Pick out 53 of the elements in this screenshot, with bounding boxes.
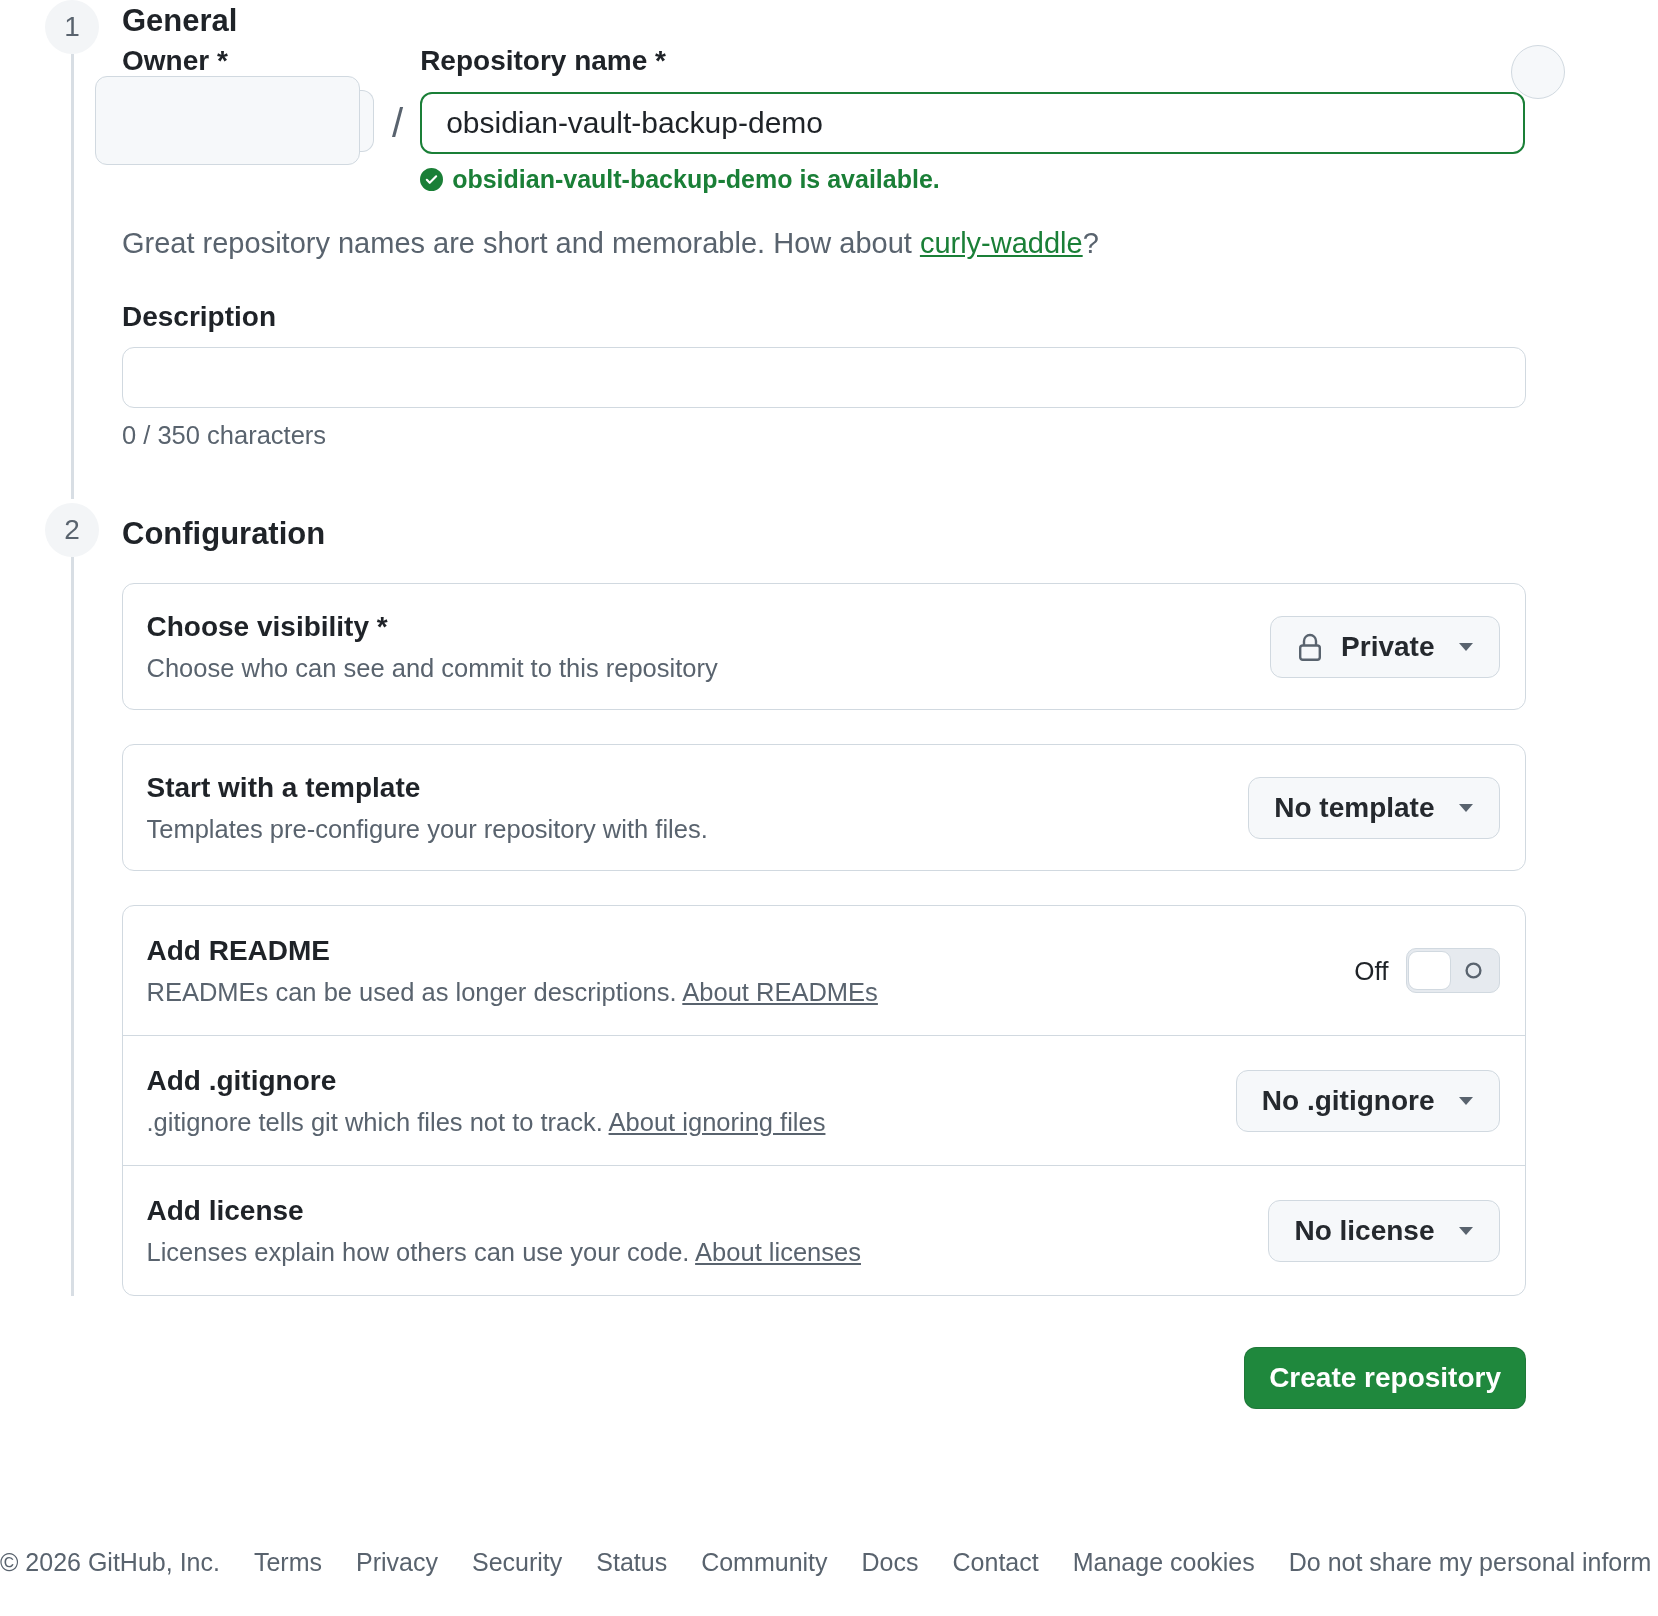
- path-separator: /: [392, 100, 404, 147]
- availability-message: obsidian-vault-backup-demo is available.: [452, 165, 940, 193]
- footer-link[interactable]: Security: [471, 1547, 563, 1577]
- footer-link[interactable]: Privacy: [356, 1547, 438, 1577]
- caret-icon: [1458, 1226, 1473, 1235]
- repository-name-input[interactable]: obsidian-vault-backup-demo: [420, 92, 1526, 154]
- help-link[interactable]: About ignoring files: [608, 1108, 826, 1136]
- field-label: Owner *: [122, 45, 228, 77]
- dropdown-button[interactable]: No template: [1248, 776, 1500, 839]
- caret-icon: [1458, 1096, 1473, 1105]
- setting-title: Add license: [146, 1194, 304, 1228]
- help-link[interactable]: About licenses: [695, 1238, 861, 1266]
- setting-title: Choose visibility *: [146, 610, 388, 644]
- name-suggestion: Great repository names are short and memorable. How about curly-waddle?: [122, 226, 1099, 260]
- circle-icon: [1464, 962, 1482, 979]
- footer-link[interactable]: Community: [701, 1547, 828, 1577]
- owner-dropdown-edge: [360, 89, 374, 152]
- setting-description: READMEs can be used as longer descriptions. About READMEs: [146, 977, 878, 1007]
- field-label: Repository name *: [420, 45, 666, 77]
- dropdown-button[interactable]: No license: [1268, 1199, 1500, 1262]
- field-label: Description: [122, 300, 277, 334]
- copyright-text: © 2026 GitHub, Inc.: [0, 1547, 220, 1577]
- toggle-switch[interactable]: [1405, 948, 1500, 993]
- setting-description: .gitignore tells git which files not to track. About ignoring files: [146, 1107, 826, 1137]
- footer-link[interactable]: Status: [596, 1547, 668, 1577]
- section-heading: Configuration: [122, 515, 326, 552]
- footer-link[interactable]: Manage cookies: [1072, 1547, 1255, 1577]
- avatar-placeholder: [1511, 45, 1565, 99]
- section-heading: General: [122, 2, 238, 39]
- setting-description: Licenses explain how others can use your code. About licenses: [146, 1237, 861, 1267]
- owner-field[interactable]: [95, 76, 360, 165]
- footer-link[interactable]: Terms: [253, 1547, 322, 1577]
- dropdown-button[interactable]: No .gitignore: [1235, 1069, 1500, 1132]
- description-input[interactable]: [122, 347, 1526, 408]
- setting-title: Start with a template: [146, 771, 421, 805]
- setting-description: Choose who can see and commit to this repository: [146, 653, 718, 683]
- step-number: 1: [45, 0, 99, 54]
- setting-description: Templates pre-configure your repository with files.: [146, 814, 708, 844]
- lock-icon: [1298, 632, 1323, 661]
- step-number: 2: [45, 503, 99, 557]
- footer-link[interactable]: Docs: [861, 1547, 919, 1577]
- create-repository-button[interactable]: Create repository: [1244, 1347, 1526, 1409]
- footer-link[interactable]: Contact: [952, 1547, 1039, 1577]
- setting-title: Add .gitignore: [146, 1064, 337, 1098]
- help-link[interactable]: About READMEs: [682, 978, 878, 1006]
- caret-icon: [1458, 642, 1473, 651]
- toggle-state-label: Off: [1354, 955, 1389, 986]
- caret-icon: [1458, 803, 1473, 812]
- character-count: 0 / 350 characters: [122, 420, 327, 450]
- footer-link[interactable]: Do not share my personal inform: [1288, 1547, 1652, 1577]
- setting-title: Add README: [146, 934, 331, 968]
- suggestion-link[interactable]: curly-waddle: [919, 227, 1083, 259]
- dropdown-button[interactable]: Private: [1270, 615, 1500, 678]
